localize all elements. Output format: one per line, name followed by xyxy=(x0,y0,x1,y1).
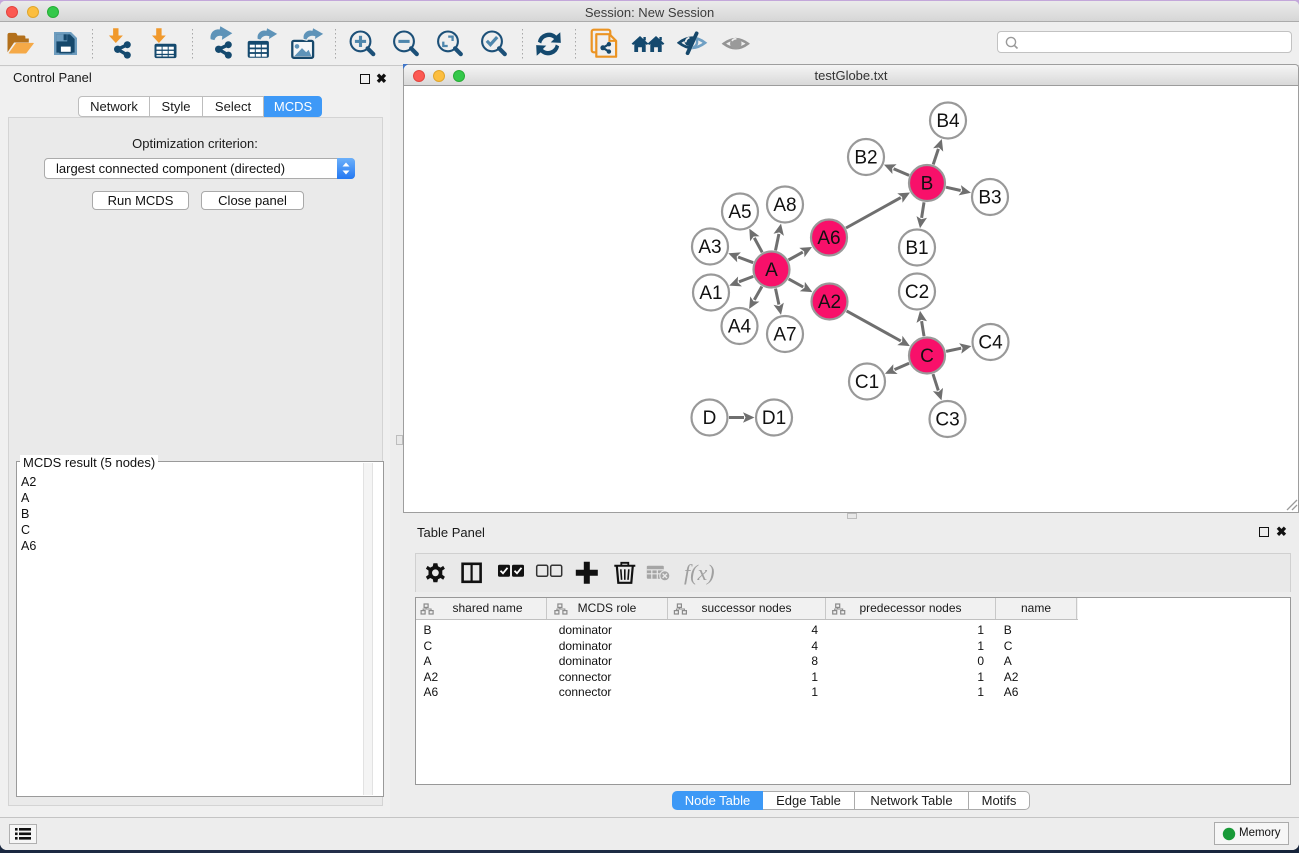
svg-text:D1: D1 xyxy=(762,408,786,429)
svg-text:A2: A2 xyxy=(818,292,841,313)
svg-text:A5: A5 xyxy=(728,202,751,223)
svg-text:C4: C4 xyxy=(978,333,1003,354)
svg-text:C3: C3 xyxy=(935,410,959,431)
svg-text:C1: C1 xyxy=(855,372,879,393)
svg-text:A6: A6 xyxy=(817,228,840,249)
svg-text:B: B xyxy=(921,174,934,195)
svg-text:B3: B3 xyxy=(978,188,1001,209)
svg-text:A1: A1 xyxy=(699,283,722,304)
svg-text:A8: A8 xyxy=(773,195,796,216)
svg-text:f(x): f(x) xyxy=(684,560,715,585)
svg-text:B1: B1 xyxy=(905,238,928,259)
svg-text:A7: A7 xyxy=(773,325,796,346)
svg-text:C: C xyxy=(920,346,934,367)
svg-text:A4: A4 xyxy=(728,317,752,338)
svg-text:B2: B2 xyxy=(854,148,877,169)
svg-text:A: A xyxy=(765,260,778,281)
svg-text:C2: C2 xyxy=(905,282,929,303)
svg-text:A3: A3 xyxy=(698,237,721,258)
svg-text:B4: B4 xyxy=(936,111,960,132)
svg-text:D: D xyxy=(703,408,717,429)
